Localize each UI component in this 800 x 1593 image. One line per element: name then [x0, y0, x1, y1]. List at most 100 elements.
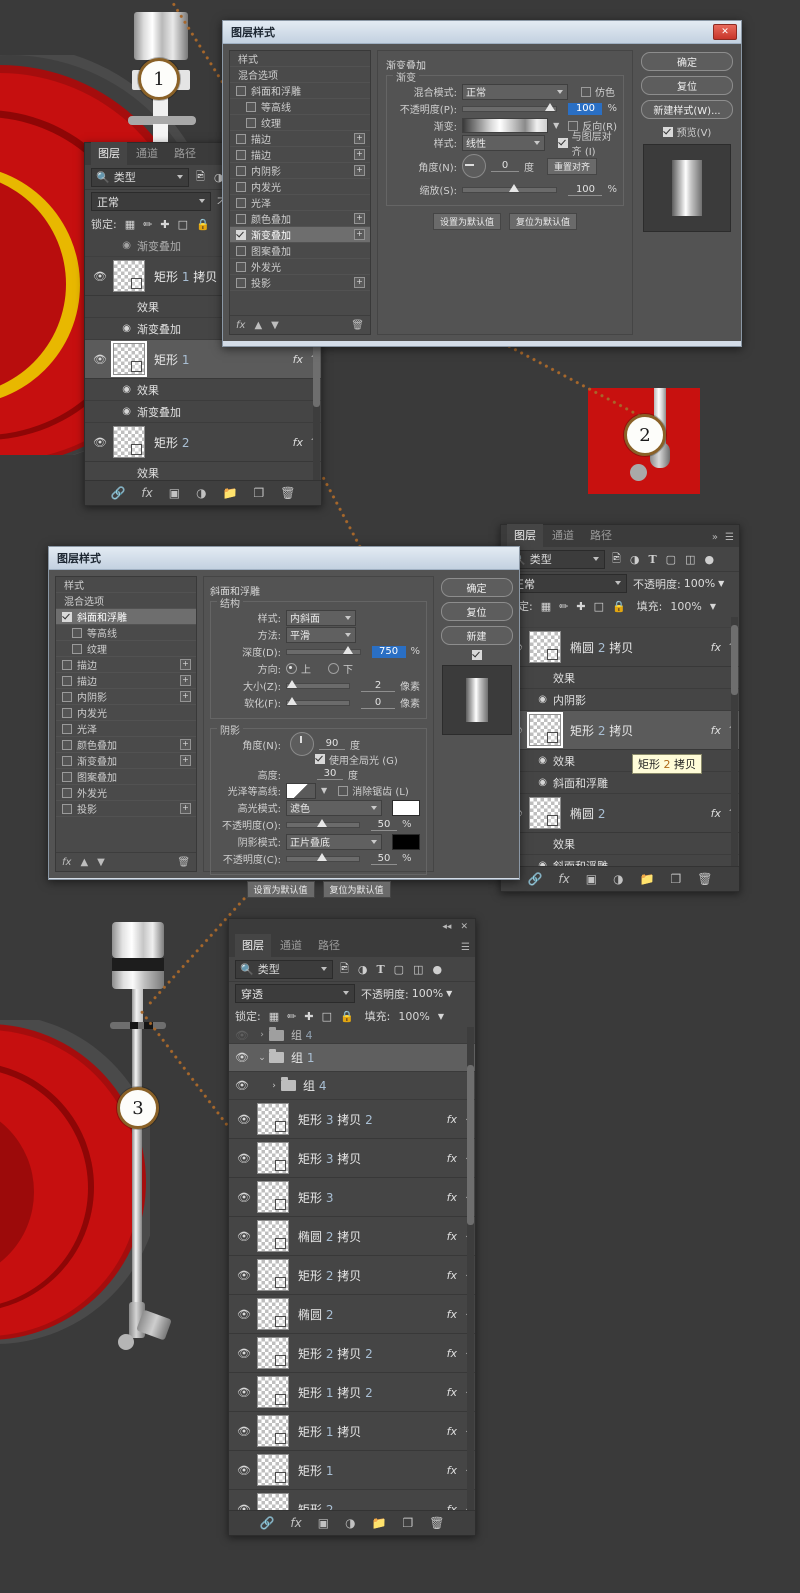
folder-icon[interactable]: 📁 [223, 486, 238, 500]
panel1-filter-icons[interactable]: 🖻 ◑ [196, 168, 223, 187]
opacity-control[interactable]: 不透明度: 100% ▼ [633, 576, 724, 592]
trash-icon[interactable]: 🗑 [351, 320, 364, 331]
chevron-down-icon[interactable]: ▼ [321, 786, 327, 795]
table-row[interactable]: 👁 矩形 2 拷贝 2 fx ⌄ [229, 1334, 475, 1373]
panel3-lock-bar[interactable]: 锁定: ▦ ✏ ✚ □ 🔒 填充: 100% ▼ [229, 1005, 475, 1027]
adjustment-icon[interactable]: ◑ [613, 872, 623, 886]
checkbox-inner-glow[interactable] [62, 708, 72, 718]
size-input[interactable]: 2 [361, 680, 395, 692]
style-item-gradient-overlay[interactable]: 渐变叠加 + [56, 753, 196, 769]
add-effect-icon[interactable]: + [180, 803, 191, 814]
adjustment-icon[interactable]: ◑ [196, 486, 206, 500]
shape-filter-icon[interactable]: ▢ [666, 553, 676, 566]
fx-indicator[interactable]: fx [447, 1113, 461, 1126]
add-effect-icon[interactable]: + [354, 229, 365, 240]
eye-icon[interactable]: 👁 [231, 1152, 257, 1165]
dialog1-titlebar[interactable]: 图层样式 ✕ [223, 21, 741, 44]
move-up-icon[interactable]: ▲ [80, 857, 88, 868]
vertical-scrollbar[interactable] [731, 617, 738, 866]
tab-paths[interactable]: 路径 [311, 934, 347, 957]
style-item-color-overlay[interactable]: 颜色叠加 + [56, 737, 196, 753]
style-item-gradient-overlay[interactable]: 渐变叠加 + [230, 227, 370, 243]
lock-pixels-icon[interactable]: ✏ [143, 218, 152, 231]
table-row[interactable]: 👁 矩形 3 fx ⌄ [229, 1178, 475, 1217]
tab-layers[interactable]: 图层 [507, 524, 543, 547]
fx-indicator[interactable]: fx [293, 353, 307, 366]
chevron-down-icon[interactable]: ▼ [446, 989, 452, 998]
close-icon[interactable]: ✕ [713, 24, 737, 40]
layer-style-dialog-2[interactable]: 图层样式 样式 混合选项 斜面和浮雕 等高线 [48, 546, 520, 880]
move-up-icon[interactable]: ▲ [254, 320, 262, 331]
lock-all-icon[interactable]: 🔒 [196, 218, 210, 231]
group-row[interactable]: 👁 ⌄ 组 1 [229, 1044, 475, 1072]
fx-icon[interactable]: fx [62, 857, 71, 868]
table-row[interactable]: 👁 椭圆 2 fx ^ [501, 794, 739, 833]
eye-icon[interactable]: 👁 [231, 1269, 257, 1282]
checkbox-pattern-overlay[interactable] [236, 246, 246, 256]
dialog2-default-buttons[interactable]: 设置为默认值 复位为默认值 [210, 881, 427, 898]
dialog2-style-footer[interactable]: fx ▲ ▼ 🗑 [56, 852, 196, 871]
eye-icon[interactable]: 👁 [231, 1191, 257, 1204]
layer-name[interactable]: 矩形 1 [289, 1462, 447, 1479]
fx-indicator[interactable]: fx [447, 1308, 461, 1321]
bevel-style-select[interactable]: 内斜面 [286, 610, 356, 626]
eye-icon[interactable]: 👁 [87, 353, 113, 366]
opacity-value[interactable]: 100% [412, 987, 443, 1000]
ok-button[interactable]: 确定 [441, 578, 513, 597]
checkbox-satin[interactable] [236, 198, 246, 208]
scale-input[interactable]: 100 [568, 184, 602, 196]
table-row[interactable]: 👁 椭圆 2 拷贝 fx ⌄ [229, 1217, 475, 1256]
fx-indicator[interactable]: fx [293, 436, 307, 449]
adjustment-filter-icon[interactable]: ◑ [358, 963, 368, 976]
layer-name[interactable]: 矩形 2 拷贝 [561, 722, 711, 739]
eye-icon[interactable]: 👁 [231, 1308, 257, 1321]
style-item-inner-glow[interactable]: 内发光 [56, 705, 196, 721]
soften-input[interactable]: 0 [361, 697, 395, 709]
table-row[interactable]: 👁 矩形 1 拷贝 fx ⌄ [229, 1412, 475, 1451]
lock-transparent-icon[interactable]: ▦ [125, 218, 135, 231]
style-blend-options[interactable]: 混合选项 [230, 67, 370, 83]
layer-effects-label-row[interactable]: ◉ 效果 [501, 750, 739, 772]
layer-thumbnail[interactable] [529, 631, 561, 663]
fx-indicator[interactable]: fx [447, 1152, 461, 1165]
highlight-opacity-slider[interactable] [286, 822, 360, 828]
new-layer-icon[interactable]: ❐ [671, 872, 682, 886]
layer-name[interactable]: 矩形 1 拷贝 2 [289, 1384, 447, 1401]
panel3-tab-bar[interactable]: 图层 通道 路径 ☰ [229, 935, 475, 957]
fx-indicator[interactable]: fx [711, 807, 725, 820]
filter-type-select[interactable]: 🔍 类型 [91, 168, 189, 187]
layer-thumbnail[interactable] [257, 1103, 289, 1135]
fx-indicator[interactable]: fx [447, 1230, 461, 1243]
style-item-contour[interactable]: 等高线 [230, 99, 370, 115]
layer-thumbnail[interactable] [257, 1493, 289, 1510]
shadow-opacity-slider[interactable] [286, 856, 360, 862]
filter-toggle-icon[interactable]: ● [704, 553, 714, 566]
table-row[interactable]: 👁 矩形 1 拷贝 2 fx ⌄ [229, 1373, 475, 1412]
eye-icon[interactable]: 👁 [87, 436, 113, 449]
layer-thumbnail[interactable] [113, 343, 145, 375]
eye-icon[interactable]: 👁 [231, 1425, 257, 1438]
checkbox-stroke-2[interactable] [236, 150, 246, 160]
checkbox-preview[interactable] [472, 650, 482, 660]
opacity-slider[interactable] [462, 106, 557, 112]
layer-effect-row[interactable]: ◉ 渐变叠加 [85, 401, 321, 423]
layer-effect-row[interactable]: ◉ 内阴影 [501, 689, 739, 711]
text-filter-icon[interactable]: T [648, 553, 656, 566]
tab-layers[interactable]: 图层 [91, 142, 127, 165]
preview-option[interactable]: 预览(V) [639, 124, 735, 139]
chevron-down-icon[interactable]: ▼ [710, 602, 716, 611]
fx-icon[interactable]: fx [290, 1516, 301, 1530]
blend-mode-select[interactable]: 正常 [91, 192, 211, 211]
smart-object-filter-icon[interactable]: ◫ [413, 963, 423, 976]
style-item-outer-glow[interactable]: 外发光 [230, 259, 370, 275]
add-effect-icon[interactable]: + [180, 659, 191, 670]
align-option[interactable]: 与图层对齐 (I) [558, 128, 617, 158]
eye-icon[interactable]: 👁 [231, 1230, 257, 1243]
dialog2-style-rows[interactable]: 样式 混合选项 斜面和浮雕 等高线 纹理 [56, 577, 196, 852]
tab-paths[interactable]: 路径 [167, 142, 203, 165]
lock-position-icon[interactable]: ✚ [576, 600, 585, 613]
layer-style-dialog-1[interactable]: 图层样式 ✕ 样式 混合选项 斜面和浮雕 等高线 [222, 20, 742, 347]
checkbox-gradient-overlay[interactable] [236, 230, 246, 240]
fx-icon[interactable]: fx [236, 320, 245, 331]
style-item-stroke-1[interactable]: 描边 + [56, 657, 196, 673]
